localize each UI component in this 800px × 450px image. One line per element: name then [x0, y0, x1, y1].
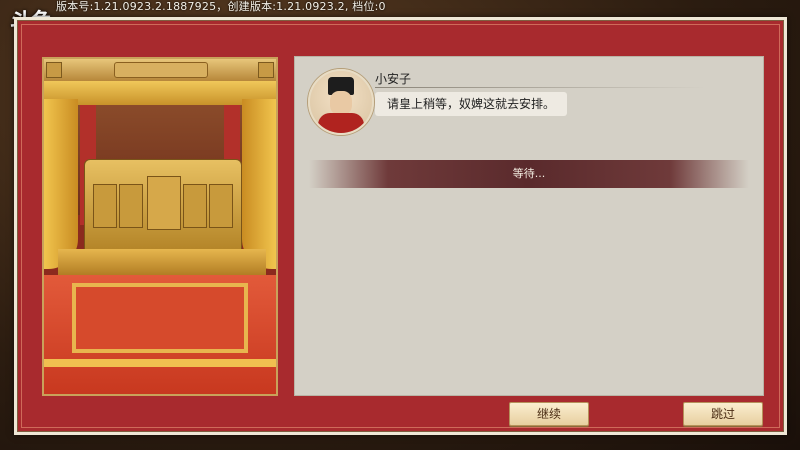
waiting-status-bar: 等待... [309, 160, 749, 188]
carpet-edge [44, 359, 276, 367]
eunuch-portrait-icon [308, 69, 374, 135]
scene-ornament [44, 59, 276, 81]
avatar-face [330, 91, 352, 115]
skip-button[interactable]: 跳过 [683, 402, 763, 426]
avatar-robe [318, 113, 364, 133]
speech-bubble: 请皇上稍等，奴婢这就去安排。 [375, 92, 568, 116]
carpet-pattern [72, 283, 248, 353]
throne-panel [93, 184, 117, 228]
corner-ornament [46, 62, 62, 78]
corner-ornament [258, 62, 274, 78]
version-info: 版本号:1.21.0923.2.1887925，创建版本:1.21.0923.2… [56, 0, 386, 13]
throne-dais [58, 249, 266, 275]
throne-panel [209, 184, 233, 228]
throne-room-scene [42, 57, 278, 396]
dragon-throne [84, 159, 242, 251]
continue-button[interactable]: 继续 [509, 402, 589, 426]
crest-ornament [114, 62, 208, 78]
curtain-right [242, 99, 276, 269]
dialogue-panel: 小安子 请皇上稍等，奴婢这就去安排。 等待... [294, 56, 764, 396]
throne-seat [147, 176, 181, 230]
throne-panel [119, 184, 143, 228]
curtain-left [44, 99, 78, 269]
divider [375, 87, 705, 88]
throne-panel [183, 184, 207, 228]
waiting-text: 等待... [512, 167, 546, 180]
speaker-name: 小安子 [375, 72, 412, 86]
